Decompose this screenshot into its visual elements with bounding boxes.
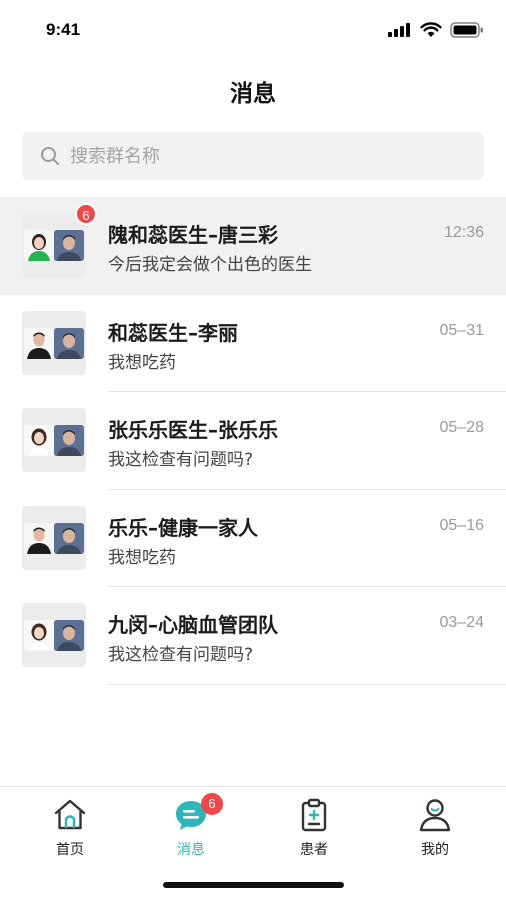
conversation-name: 张乐乐医生–张乐乐 (108, 418, 278, 442)
tab-me[interactable]: 我的 (390, 793, 480, 858)
conversation-name: 和蕊医生–李丽 (108, 320, 238, 345)
search-input[interactable] (70, 145, 450, 167)
group-avatar (22, 603, 86, 667)
conversation-last-message: 我想吃药 (108, 352, 176, 373)
tab-unread-badge: 6 (201, 793, 223, 815)
doctor-avatar (24, 230, 54, 261)
patient-avatar (54, 230, 84, 261)
conversation-last-message: 今后我定会做个出色的医生 (108, 255, 312, 275)
tab-label: 我的 (421, 842, 449, 858)
conversation-item[interactable]: 张乐乐医生–张乐乐 我这检查有问题吗? 05–28 (0, 392, 506, 490)
patient-avatar (54, 425, 84, 456)
page-title: 消息 (230, 81, 276, 107)
conversation-item[interactable]: 6 隗和蕊医生–唐三彩 今后我定会做个出色的医生 12:36 (0, 197, 506, 295)
doctor-avatar (24, 620, 54, 651)
status-bar: 9:41 (0, 0, 506, 60)
conversation-name: 隗和蕊医生–唐三彩 (108, 223, 278, 247)
conversation-time: 03–24 (439, 614, 485, 631)
conversation-time: 12:36 (443, 224, 484, 241)
home-icon (54, 799, 86, 830)
patient-avatar (54, 327, 84, 359)
tab-label: 首页 (56, 842, 84, 858)
conversation-last-message: 我想吃药 (108, 547, 176, 568)
divider (108, 683, 506, 685)
group-avatar (22, 505, 86, 570)
wifi-icon (420, 22, 442, 37)
conversation-time: 05–28 (439, 419, 485, 436)
tab-home[interactable]: 首页 (25, 793, 115, 858)
conversation-item[interactable]: 九闵–心脑血管团队 我这检查有问题吗? 03–24 (0, 587, 506, 685)
doctor-avatar (24, 522, 54, 554)
conversation-item[interactable]: 和蕊医生–李丽 我想吃药 05–31 (0, 295, 506, 392)
conversation-time: 05–16 (439, 516, 485, 534)
tab-patients[interactable]: 患者 (269, 793, 359, 858)
person-icon (419, 799, 451, 832)
group-avatar (22, 310, 86, 375)
conversation-item[interactable]: 乐乐–健康一家人 我想吃药 05–16 (0, 490, 506, 587)
conversation-list: 6 隗和蕊医生–唐三彩 今后我定会做个出色的医生 12:36 和蕊医生–李丽 我… (0, 197, 506, 685)
conversation-last-message: 我这检查有问题吗? (108, 450, 254, 470)
doctor-avatar (24, 327, 54, 359)
tab-label: 患者 (300, 842, 328, 858)
search-icon (41, 147, 59, 165)
conversation-name: 乐乐–健康一家人 (108, 515, 258, 540)
battery-icon (450, 22, 483, 38)
doctor-avatar (24, 425, 54, 456)
search-bar[interactable] (22, 132, 484, 180)
group-avatar (22, 213, 86, 277)
clipboard-icon (301, 798, 327, 832)
conversation-time: 05–31 (439, 321, 485, 339)
status-icons (388, 22, 484, 38)
unread-badge: 6 (75, 203, 97, 225)
conversation-name: 九闵–心脑血管团队 (108, 613, 278, 637)
group-avatar (22, 408, 86, 472)
patient-avatar (54, 620, 84, 651)
tab-messages[interactable]: 6 消息 (146, 793, 236, 858)
cellular-signal-icon (388, 23, 410, 37)
status-time: 9:41 (46, 20, 81, 39)
patient-avatar (54, 522, 84, 554)
home-indicator (163, 882, 344, 888)
tab-label: 消息 (177, 842, 205, 858)
conversation-last-message: 我这检查有问题吗? (108, 645, 254, 665)
